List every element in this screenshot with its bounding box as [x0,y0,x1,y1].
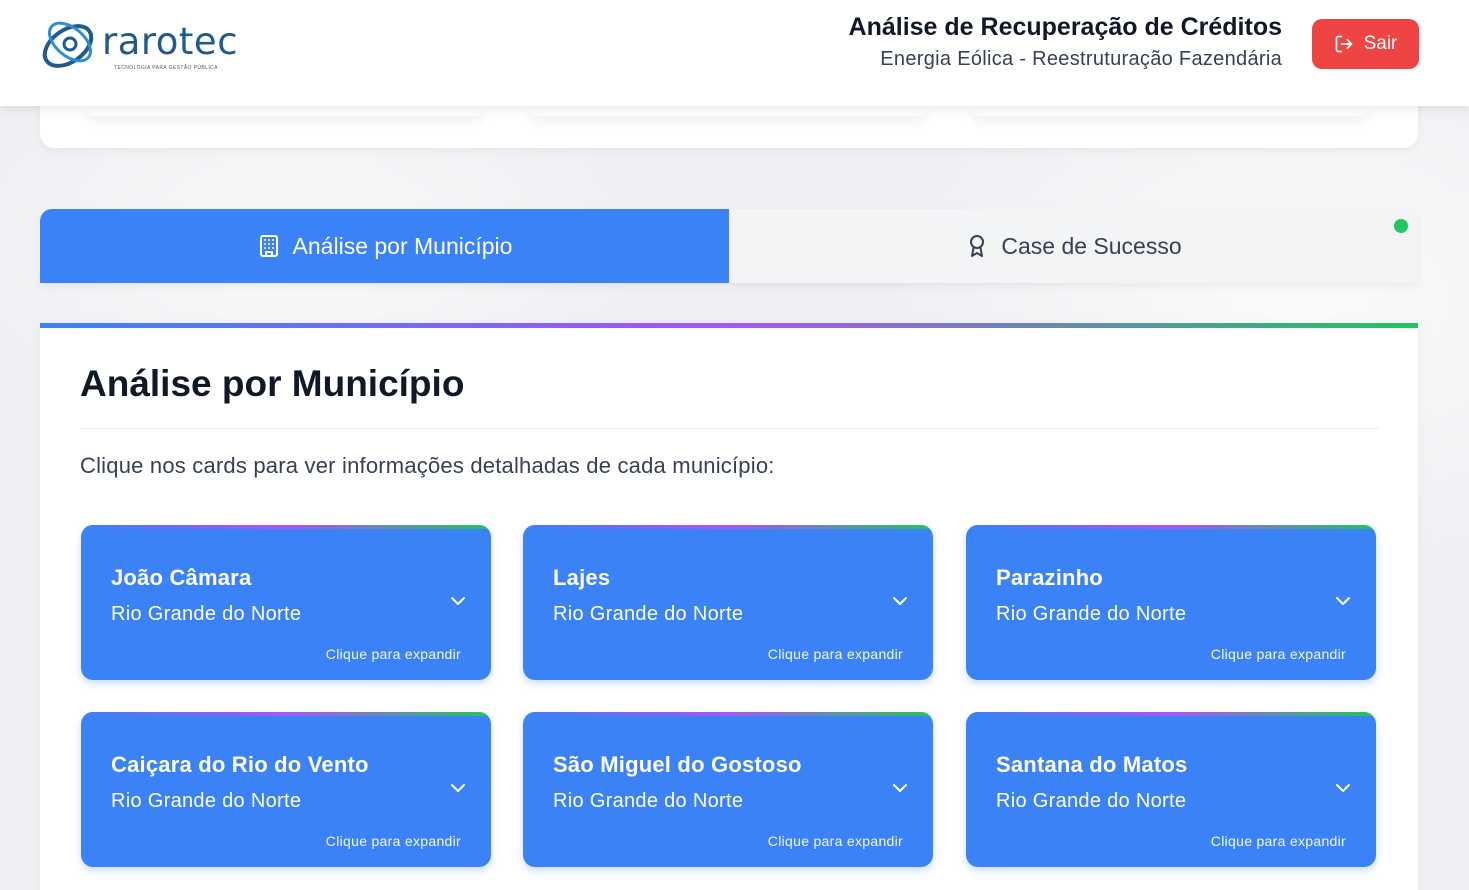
chevron-down-icon [451,784,465,792]
municipality-state: Rio Grande do Norte [553,790,744,812]
municipality-name: Lajes [553,565,611,590]
expand-hint: Clique para expandir [1210,833,1346,849]
municipality-name: Santana do Matos [996,752,1188,777]
section-title: Análise por Município [80,363,465,404]
municipality-state: Rio Grande do Norte [553,603,744,625]
municipality-card[interactable]: Parazinho Rio Grande do Norte Clique par… [966,525,1376,680]
chevron-down-icon [451,597,465,605]
logout-button[interactable]: Sair [1312,19,1419,69]
expand-hint: Clique para expandir [325,833,461,849]
tab-municipality-analysis[interactable]: Análise por Município [40,209,729,283]
expand-hint: Clique para expandir [767,833,903,849]
expand-hint: Clique para expandir [325,646,461,662]
logout-label: Sair [1363,33,1398,54]
section-description: Clique nos cards para ver informações de… [80,453,775,478]
logo-mark-icon [42,21,94,68]
building-icon [259,235,278,257]
gradient-accent-bar [40,323,1418,328]
summary-item-shadow [85,106,485,116]
tab-label: Case de Sucesso [1001,232,1182,259]
municipality-state: Rio Grande do Norte [111,790,302,812]
chevron-down-icon [893,784,907,792]
logout-icon [1335,35,1352,53]
municipality-card[interactable]: Caiçara do Rio do Vento Rio Grande do No… [81,712,491,867]
summary-item-shadow [970,106,1370,116]
summary-item-shadow [528,106,928,116]
municipality-panel: Análise por Município Clique nos cards p… [40,323,1418,890]
page-header-subtitle: Energia Eólica - Reestruturação Fazendár… [880,48,1282,70]
award-icon [970,235,985,257]
expand-hint: Clique para expandir [767,646,903,662]
logo-tagline: TECNOLOGIA PARA GESTÃO PÚBLICA [114,65,218,71]
municipality-name: Parazinho [996,565,1103,590]
tab-bar: Análise por Município Case de Sucesso [40,209,1418,283]
municipality-name: Caiçara do Rio do Vento [111,752,369,777]
municipality-name: João Câmara [111,565,252,590]
expand-hint: Clique para expandir [1210,646,1346,662]
municipality-state: Rio Grande do Norte [996,790,1187,812]
chevron-down-icon [1336,784,1350,792]
logo[interactable]: rarotec TECNOLOGIA PARA GESTÃO PÚBLICA [38,12,248,76]
municipality-card[interactable]: Santana do Matos Rio Grande do Norte Cli… [966,712,1376,867]
municipality-card[interactable]: Lajes Rio Grande do Norte Clique para ex… [523,525,933,680]
logo-text: rarotec [102,20,239,63]
page-header-title: Análise de Recuperação de Créditos [848,13,1282,41]
status-indicator-dot [1394,219,1408,233]
municipality-card[interactable]: São Miguel do Gostoso Rio Grande do Nort… [523,712,933,867]
municipality-card[interactable]: João Câmara Rio Grande do Norte Clique p… [81,525,491,680]
app-header: rarotec TECNOLOGIA PARA GESTÃO PÚBLICA A… [0,0,1469,106]
municipality-name: São Miguel do Gostoso [553,752,802,777]
municipality-state: Rio Grande do Norte [111,603,302,625]
chevron-down-icon [1336,597,1350,605]
chevron-down-icon [893,597,907,605]
divider [80,428,1378,429]
tab-success-case[interactable]: Case de Sucesso [729,209,1418,283]
municipality-state: Rio Grande do Norte [996,603,1187,625]
tab-label: Análise por Município [292,232,513,259]
